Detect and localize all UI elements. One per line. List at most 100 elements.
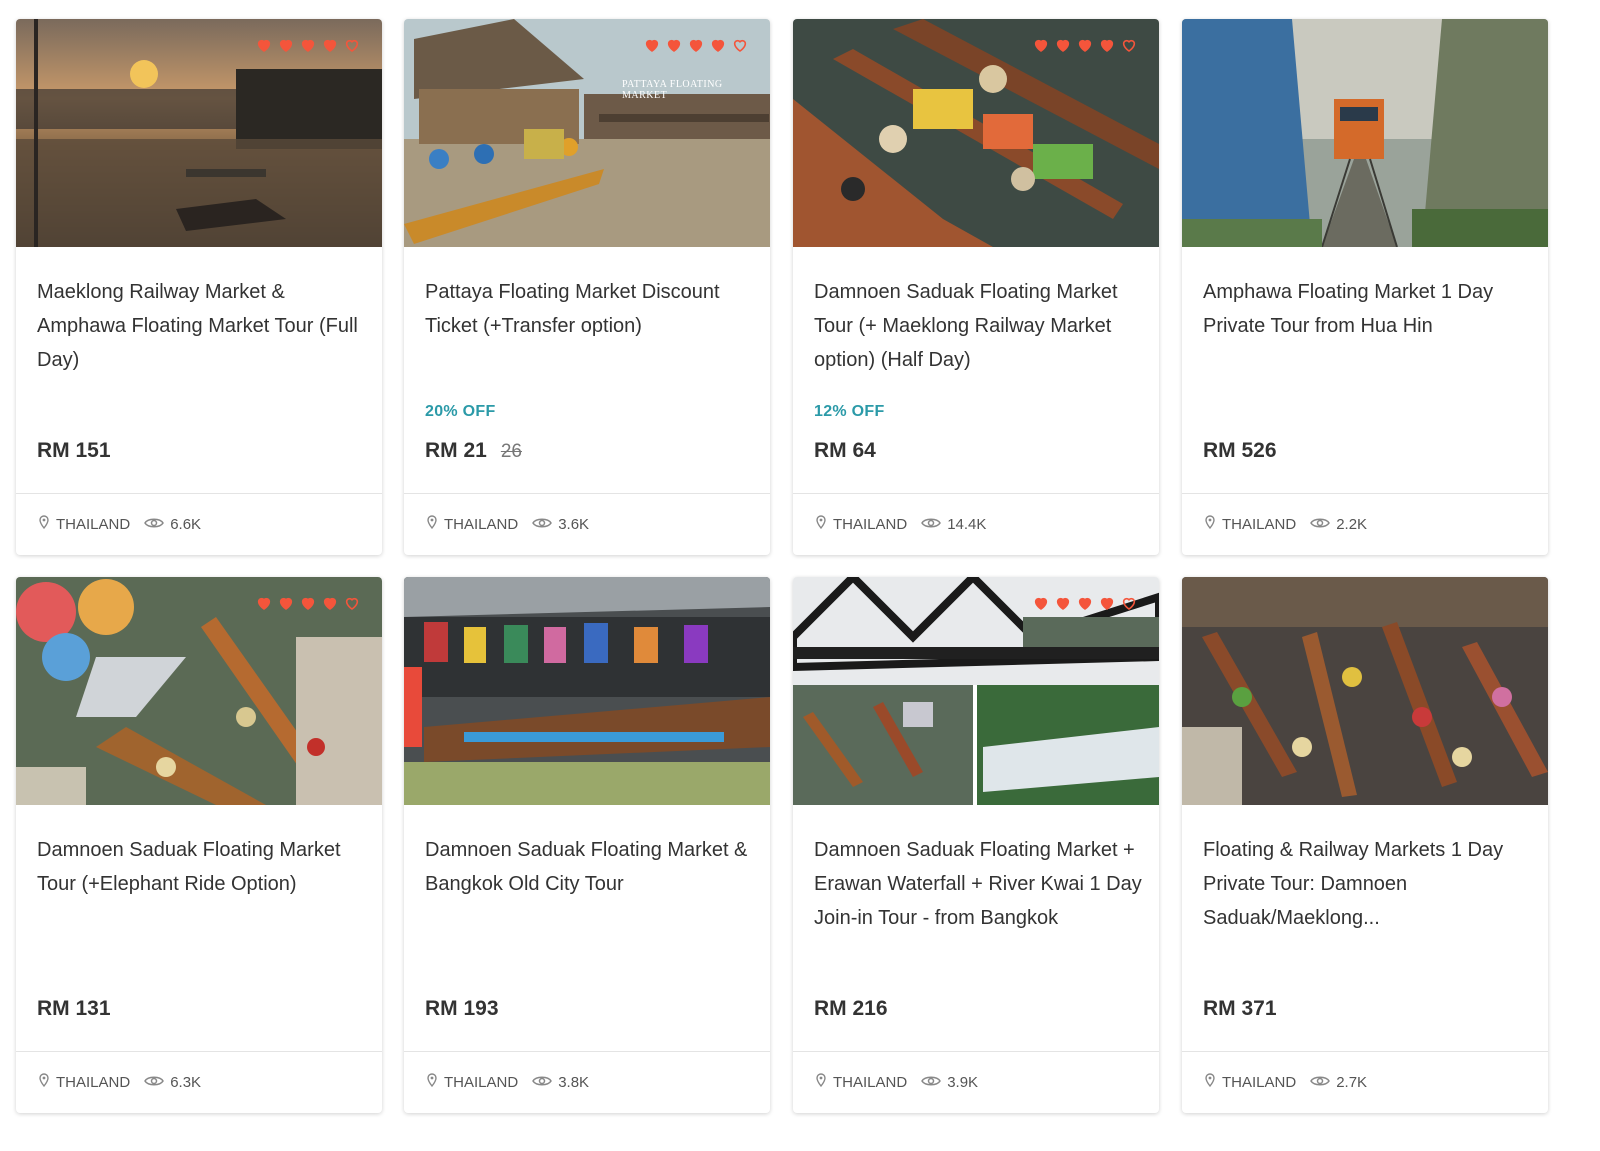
tour-price: RM 131 [37, 997, 125, 1021]
heart-filled-icon [300, 37, 316, 53]
tour-country: THAILAND [1222, 1073, 1297, 1091]
tour-grid: Maeklong Railway Market & Amphawa Floati… [0, 0, 1600, 1151]
tour-title[interactable]: Pattaya Floating Market Discount Ticket … [425, 275, 755, 343]
eye-icon [144, 516, 165, 533]
tour-photo[interactable] [16, 19, 382, 247]
tour-price: RM 526 [1203, 439, 1291, 463]
heart-filled-icon [1033, 37, 1049, 53]
tour-card[interactable]: Damnoen Saduak Floating Market Tour (+El… [16, 577, 382, 1113]
eye-icon [532, 1074, 553, 1091]
heart-filled-icon [256, 595, 272, 611]
divider [404, 1051, 770, 1052]
tour-title[interactable]: Damnoen Saduak Floating Market Tour (+ M… [814, 275, 1144, 377]
tour-card[interactable]: PATTAYA FLOATING MARKET Pattaya Floating… [404, 19, 770, 555]
price-current: RM 193 [425, 997, 499, 1020]
location-pin-icon [426, 1073, 438, 1091]
location-pin-icon [815, 1073, 827, 1091]
location-pin-icon [38, 515, 50, 533]
heart-outline-icon [1121, 37, 1137, 53]
tour-price: RM 64 [814, 439, 890, 463]
rating-hearts [256, 595, 360, 611]
heart-filled-icon [278, 37, 294, 53]
tour-title[interactable]: Floating & Railway Markets 1 Day Private… [1203, 833, 1533, 935]
tour-country: THAILAND [833, 515, 908, 533]
tour-photo[interactable] [404, 577, 770, 805]
tour-title[interactable]: Amphawa Floating Market 1 Day Private To… [1203, 275, 1533, 343]
tour-country: THAILAND [444, 515, 519, 533]
tour-photo[interactable] [1182, 577, 1548, 805]
tour-country: THAILAND [56, 515, 131, 533]
divider [16, 493, 382, 494]
price-current: RM 64 [814, 439, 876, 462]
heart-filled-icon [710, 37, 726, 53]
view-count: 2.2K [1336, 515, 1368, 533]
tour-country: THAILAND [833, 1073, 908, 1091]
location-pin-icon [1204, 515, 1216, 533]
heart-filled-icon [1077, 37, 1093, 53]
heart-filled-icon [1055, 37, 1071, 53]
tour-price: RM 151 [37, 439, 125, 463]
eye-icon [1310, 1074, 1331, 1091]
heart-filled-icon [644, 37, 660, 53]
tour-photo[interactable] [793, 577, 1159, 805]
tour-country: THAILAND [1222, 515, 1297, 533]
tour-meta: THAILAND 3.8K [426, 1073, 589, 1091]
tour-title[interactable]: Damnoen Saduak Floating Market Tour (+El… [37, 833, 367, 901]
heart-filled-icon [1099, 595, 1115, 611]
view-count: 6.3K [170, 1073, 202, 1091]
tour-photo[interactable] [1182, 19, 1548, 247]
heart-filled-icon [666, 37, 682, 53]
tour-photo[interactable] [16, 577, 382, 805]
tour-card[interactable]: Damnoen Saduak Floating Market & Bangkok… [404, 577, 770, 1113]
rating-hearts [256, 37, 360, 53]
tour-title[interactable]: Maeklong Railway Market & Amphawa Floati… [37, 275, 367, 377]
tour-title[interactable]: Damnoen Saduak Floating Market + Erawan … [814, 833, 1144, 935]
tour-card[interactable]: Damnoen Saduak Floating Market + Erawan … [793, 577, 1159, 1113]
tour-price: RM 193 [425, 997, 513, 1021]
view-count: 2.7K [1336, 1073, 1368, 1091]
location-pin-icon [38, 1073, 50, 1091]
heart-outline-icon [344, 37, 360, 53]
heart-filled-icon [1033, 595, 1049, 611]
tour-card[interactable]: Maeklong Railway Market & Amphawa Floati… [16, 19, 382, 555]
location-pin-icon [426, 515, 438, 533]
rating-hearts [1033, 37, 1137, 53]
view-count: 3.6K [558, 515, 590, 533]
view-count: 3.8K [558, 1073, 590, 1091]
tour-meta: THAILAND 14.4K [815, 515, 986, 533]
tour-card[interactable]: Damnoen Saduak Floating Market Tour (+ M… [793, 19, 1159, 555]
rating-hearts [644, 37, 748, 53]
tour-photo[interactable] [793, 19, 1159, 247]
heart-filled-icon [322, 595, 338, 611]
divider [793, 1051, 1159, 1052]
discount-badge: 12% OFF [814, 403, 885, 420]
heart-outline-icon [732, 37, 748, 53]
divider [16, 1051, 382, 1052]
tour-card[interactable]: Amphawa Floating Market 1 Day Private To… [1182, 19, 1548, 555]
tour-meta: THAILAND 3.9K [815, 1073, 978, 1091]
tour-card[interactable]: Floating & Railway Markets 1 Day Private… [1182, 577, 1548, 1113]
view-count: 3.9K [947, 1073, 979, 1091]
tour-meta: THAILAND 3.6K [426, 515, 589, 533]
tour-title[interactable]: Damnoen Saduak Floating Market & Bangkok… [425, 833, 755, 901]
price-current: RM 526 [1203, 439, 1277, 462]
heart-filled-icon [1099, 37, 1115, 53]
tour-country: THAILAND [444, 1073, 519, 1091]
tour-photo[interactable]: PATTAYA FLOATING MARKET [404, 19, 770, 247]
price-original: 26 [500, 441, 522, 462]
eye-icon [144, 1074, 165, 1091]
heart-filled-icon [278, 595, 294, 611]
view-count: 6.6K [170, 515, 202, 533]
tour-meta: THAILAND 2.2K [1204, 515, 1367, 533]
rating-hearts [1033, 595, 1137, 611]
price-current: RM 131 [37, 997, 111, 1020]
tour-price: RM 371 [1203, 997, 1291, 1021]
tour-meta: THAILAND 2.7K [1204, 1073, 1367, 1091]
eye-icon [921, 516, 942, 533]
price-current: RM 21 [425, 439, 487, 462]
tour-meta: THAILAND 6.6K [38, 515, 201, 533]
heart-filled-icon [322, 37, 338, 53]
heart-outline-icon [1121, 595, 1137, 611]
price-current: RM 371 [1203, 997, 1277, 1020]
pattaya-sign-text: PATTAYA FLOATING MARKET [622, 79, 723, 101]
